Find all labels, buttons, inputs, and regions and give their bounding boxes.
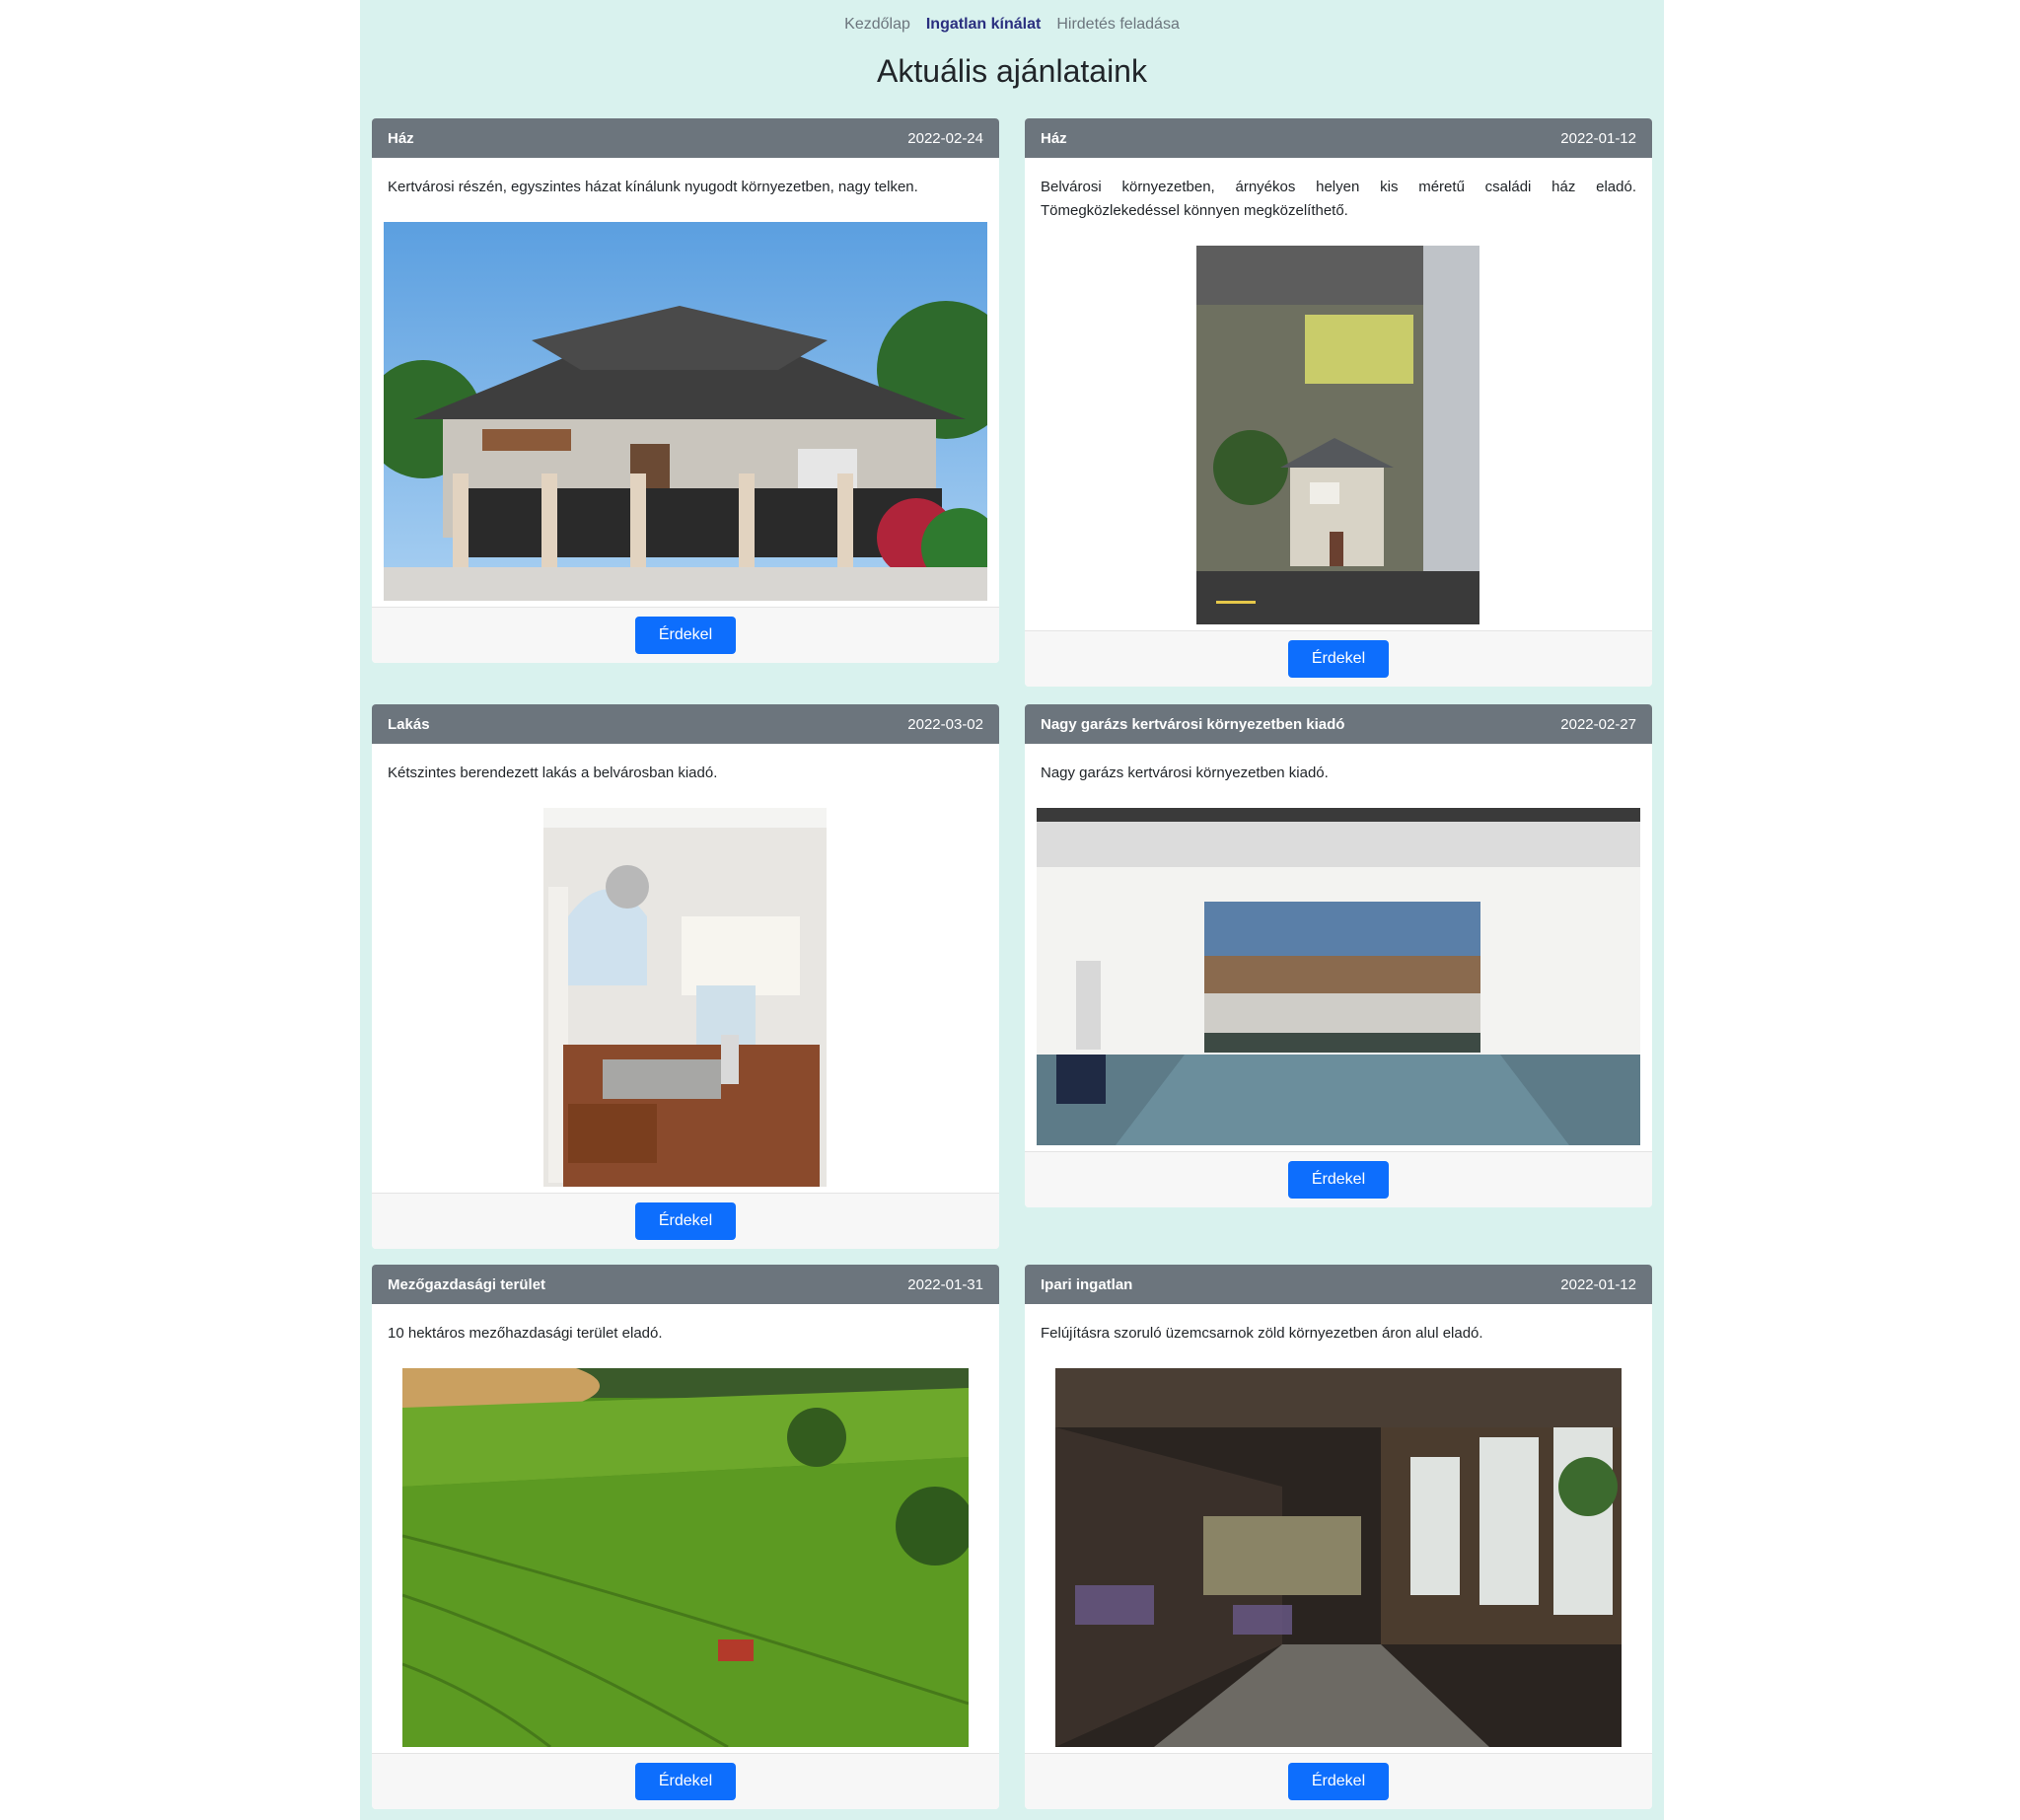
listing-card: Ipari ingatlan 2022-01-12 Felújításra sz…	[1025, 1265, 1652, 1809]
listing-title: Lakás	[388, 715, 430, 733]
top-nav: Kezdőlap Ingatlan kínálat Hirdetés felad…	[360, 16, 1664, 34]
listing-date: 2022-01-12	[1560, 1275, 1636, 1293]
card-header: Mezőgazdasági terület 2022-01-31	[372, 1265, 999, 1304]
listing-card: Ház 2022-02-24 Kertvárosi részén, egyszi…	[372, 118, 999, 663]
listing-description: Kétszintes berendezett lakás a belvárosb…	[388, 764, 718, 781]
listing-card: Mezőgazdasági terület 2022-01-31 10 hekt…	[372, 1265, 999, 1809]
listing-title: Mezőgazdasági terület	[388, 1275, 546, 1293]
listing-date: 2022-01-12	[1560, 129, 1636, 147]
nav-listings-link[interactable]: Ingatlan kínálat	[926, 16, 1041, 34]
card-footer: Érdekel	[1025, 630, 1652, 687]
listing-description: 10 hektáros mezőhazdasági terület eladó.	[388, 1325, 663, 1342]
listing-card: Ház 2022-01-12 Belvárosi környezetben, á…	[1025, 118, 1652, 687]
page-title: Aktuális ajánlataink	[877, 53, 1147, 89]
listing-date: 2022-02-24	[907, 129, 983, 147]
listing-date: 2022-02-27	[1560, 715, 1636, 733]
listing-title: Ipari ingatlan	[1041, 1275, 1133, 1293]
listing-description: Kertvárosi részén, egyszintes házat kíná…	[388, 179, 918, 195]
interested-button[interactable]: Érdekel	[635, 1202, 736, 1240]
interested-button[interactable]: Érdekel	[635, 1763, 736, 1800]
card-footer: Érdekel	[372, 1193, 999, 1249]
card-header: Ház 2022-01-12	[1025, 118, 1652, 158]
listing-title: Ház	[1041, 129, 1067, 147]
listing-date: 2022-01-31	[907, 1275, 983, 1293]
listing-description: Felújításra szoruló üzemcsarnok zöld kör…	[1041, 1325, 1483, 1342]
listing-card: Lakás 2022-03-02 Kétszintes berendezett …	[372, 704, 999, 1249]
listing-card: Nagy garázs kertvárosi környezetben kiad…	[1025, 704, 1652, 1207]
card-header: Ház 2022-02-24	[372, 118, 999, 158]
listing-description: Nagy garázs kertvárosi környezetben kiad…	[1041, 764, 1329, 781]
card-footer: Érdekel	[372, 1753, 999, 1809]
house-photo	[1196, 246, 1479, 624]
page-container: Kezdőlap Ingatlan kínálat Hirdetés felad…	[360, 0, 1664, 1820]
listing-description: Belvárosi környezetben, árnyékos helyen …	[1041, 179, 1636, 219]
card-header: Nagy garázs kertvárosi környezetben kiad…	[1025, 704, 1652, 744]
nav-post-ad-link[interactable]: Hirdetés feladása	[1056, 16, 1180, 34]
house-photo	[384, 222, 987, 601]
listing-title: Ház	[388, 129, 414, 147]
garage-photo	[1037, 808, 1640, 1145]
card-footer: Érdekel	[1025, 1753, 1652, 1809]
interested-button[interactable]: Érdekel	[1288, 1161, 1389, 1199]
apartment-photo	[543, 808, 827, 1187]
nav-home-link[interactable]: Kezdőlap	[844, 16, 910, 34]
interested-button[interactable]: Érdekel	[1288, 1763, 1389, 1800]
interested-button[interactable]: Érdekel	[635, 617, 736, 654]
card-header: Lakás 2022-03-02	[372, 704, 999, 744]
industrial-building-photo	[1055, 1368, 1622, 1747]
card-header: Ipari ingatlan 2022-01-12	[1025, 1265, 1652, 1304]
farmland-photo	[402, 1368, 969, 1747]
interested-button[interactable]: Érdekel	[1288, 640, 1389, 678]
listing-title: Nagy garázs kertvárosi környezetben kiad…	[1041, 715, 1345, 733]
card-footer: Érdekel	[372, 607, 999, 663]
card-footer: Érdekel	[1025, 1151, 1652, 1207]
listing-date: 2022-03-02	[907, 715, 983, 733]
